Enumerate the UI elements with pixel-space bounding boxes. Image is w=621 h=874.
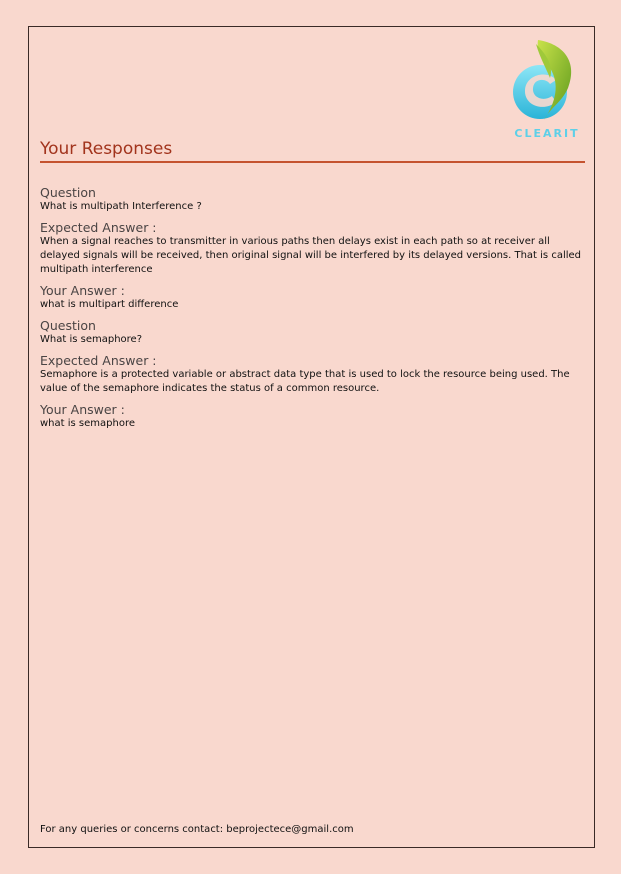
expected-answer-label: Expected Answer : xyxy=(40,353,157,368)
your-answer-text: what is multipart difference xyxy=(40,299,179,310)
expected-answer-label: Expected Answer : xyxy=(40,220,157,235)
response-item: Question What is multipath Interference … xyxy=(40,185,585,318)
page-frame: CLEARIT Your Responses Question What is … xyxy=(28,26,595,848)
expected-answer-text: When a signal reaches to transmitter in … xyxy=(40,236,582,275)
clearit-logo: CLEARIT xyxy=(506,32,588,144)
your-answer-text: what is semaphore xyxy=(40,418,135,429)
question-text: What is multipath Interference ? xyxy=(40,201,202,212)
question-label: Question xyxy=(40,318,96,333)
logo-icon xyxy=(513,40,572,120)
page-title: Your Responses xyxy=(40,139,173,159)
question-label: Question xyxy=(40,185,96,200)
your-answer-label: Your Answer : xyxy=(40,402,125,417)
logo-text: CLEARIT xyxy=(514,127,580,140)
response-item: Question What is semaphore? Expected Ans… xyxy=(40,318,585,431)
expected-answer-text: Semaphore is a protected variable or abs… xyxy=(40,369,570,394)
responses-list: Question What is multipath Interference … xyxy=(40,185,585,431)
question-text: What is semaphore? xyxy=(40,334,143,345)
footer-contact: For any queries or concerns contact: bep… xyxy=(40,824,354,835)
title-divider xyxy=(40,161,585,163)
your-answer-label: Your Answer : xyxy=(40,283,125,298)
